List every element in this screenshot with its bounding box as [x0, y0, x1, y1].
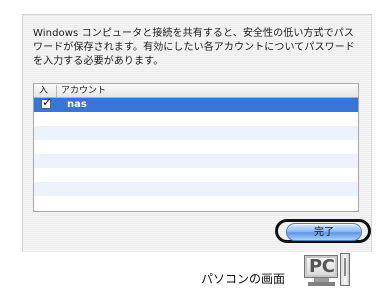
page: Windows コンピュータと接続を共有すると、安全性の低い方式でパスワードが保…	[0, 0, 386, 294]
pc-icon-label: PC	[309, 256, 335, 277]
screen-caption: パソコンの画面	[201, 272, 286, 286]
checkmark-icon: ✓	[42, 95, 53, 109]
dialog-message: Windows コンピュータと接続を共有すると、安全性の低い方式でパスワードが保…	[33, 28, 355, 67]
empty-table-row	[34, 140, 358, 154]
empty-table-row	[34, 196, 358, 210]
column-divider	[56, 85, 57, 97]
empty-table-row	[34, 182, 358, 196]
done-button[interactable]: 完了	[286, 223, 362, 241]
empty-table-row	[34, 126, 358, 140]
table-header: 入 アカウント	[34, 84, 358, 98]
password-dialog: Windows コンピュータと接続を共有すると、安全性の低い方式でパスワードが保…	[22, 14, 372, 252]
account-table: 入 アカウント ✓ nas	[33, 83, 359, 212]
empty-table-row	[34, 168, 358, 182]
pc-tower-icon	[340, 253, 350, 286]
pc-monitor-base	[308, 282, 335, 286]
enabled-checkbox[interactable]: ✓	[41, 95, 53, 109]
account-column-header[interactable]: アカウント	[61, 84, 181, 98]
account-row-nas[interactable]: ✓ nas	[34, 95, 358, 112]
empty-table-row	[34, 154, 358, 168]
empty-table-row	[34, 112, 358, 126]
pc-icon: PC	[304, 255, 338, 278]
account-name: nas	[67, 99, 87, 110]
